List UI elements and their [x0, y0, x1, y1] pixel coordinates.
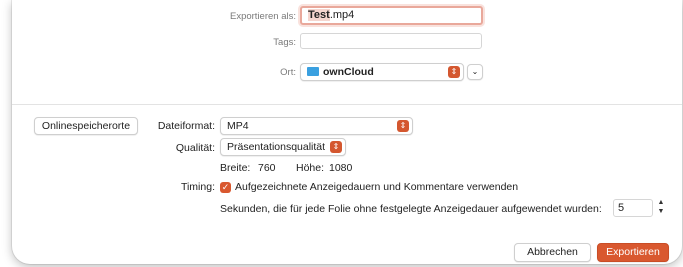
quality-popup[interactable]: Präsentationsqualität ⇕: [220, 138, 346, 156]
file-format-popup[interactable]: MP4 ⇕: [220, 117, 413, 135]
height-value: 1080: [329, 162, 353, 174]
export-as-label: Exportieren als:: [229, 11, 296, 22]
height-label: Höhe:: [296, 162, 325, 174]
seconds-value: 5: [618, 202, 625, 214]
width-value: 760: [258, 162, 276, 174]
chevron-updown-icon: ⇕: [397, 120, 409, 132]
checkmark-icon: ✓: [221, 182, 230, 192]
chevron-updown-icon: ⇕: [448, 66, 460, 78]
quality-value: Präsentationsqualität: [227, 141, 326, 153]
file-format-value: MP4: [227, 120, 249, 132]
seconds-label: Sekunden, die für jede Folie ohne festge…: [220, 203, 602, 215]
stepper-down-icon: ▼: [657, 208, 665, 215]
file-format-label: Dateiformat:: [157, 120, 215, 132]
location-popup[interactable]: ownCloud ⇕: [300, 63, 464, 81]
export-button[interactable]: Exportieren: [597, 243, 669, 262]
cancel-button[interactable]: Abbrechen: [514, 243, 591, 262]
timing-checkbox-label: Aufgezeichnete Anzeigedauern und Komment…: [235, 181, 519, 193]
filename-extension: .mp4: [329, 9, 355, 21]
timing-label: Timing:: [180, 181, 215, 193]
divider: [12, 104, 682, 105]
expand-browser-button[interactable]: ⌄: [467, 64, 483, 80]
seconds-field[interactable]: 5: [613, 199, 653, 217]
location-label: Ort:: [280, 67, 296, 78]
tags-label: Tags:: [273, 37, 296, 48]
width-label: Breite:: [220, 162, 251, 174]
chevron-updown-icon: ⇕: [330, 141, 342, 153]
timing-checkbox[interactable]: ✓: [220, 182, 231, 193]
folder-icon: [307, 67, 319, 76]
filename-field[interactable]: Test.mp4: [300, 6, 483, 25]
location-value: ownCloud: [323, 66, 374, 78]
filename-stem: Test: [308, 9, 330, 21]
online-locations-button[interactable]: Onlinespeicherorte: [34, 117, 138, 135]
seconds-stepper[interactable]: ▲ ▼: [656, 198, 666, 218]
tags-field[interactable]: [300, 33, 482, 49]
stepper-up-icon: ▲: [657, 199, 665, 206]
chevron-down-icon: ⌄: [471, 67, 479, 76]
quality-label: Qualität:: [175, 142, 215, 154]
